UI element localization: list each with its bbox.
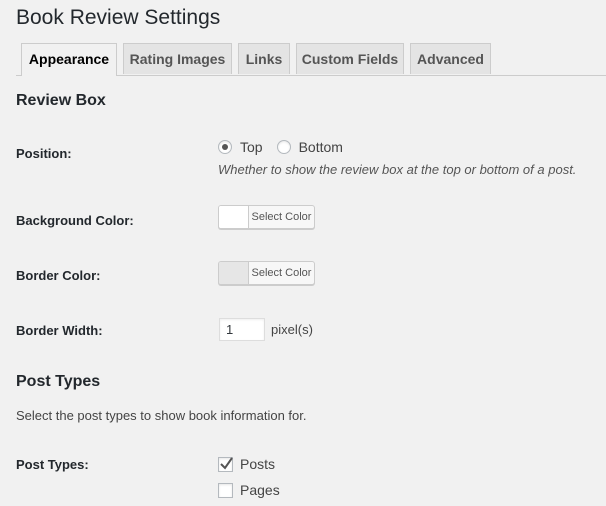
pages-checkbox[interactable] [218, 482, 233, 498]
background-color-label: Background Color: [16, 213, 134, 228]
border-select-color-button[interactable]: Select Color [249, 262, 314, 284]
position-top-label[interactable]: Top [240, 139, 263, 155]
tab-links[interactable]: Links [238, 43, 290, 74]
pages-option: Pages [218, 482, 280, 498]
border-width-unit: pixel(s) [271, 322, 313, 337]
border-color-label: Border Color: [16, 268, 101, 283]
review-box-heading: Review Box [16, 92, 106, 109]
position-radio-group: Top Bottom [218, 138, 357, 156]
position-bottom-radio[interactable] [276, 140, 291, 154]
background-color-picker[interactable]: Select Color [218, 205, 315, 229]
tab-custom-fields[interactable]: Custom Fields [296, 43, 404, 74]
position-top-radio[interactable] [218, 140, 232, 154]
position-label: Position: [16, 146, 72, 161]
background-color-swatch[interactable] [219, 206, 249, 228]
posts-checkbox[interactable] [218, 456, 233, 472]
posts-option: Posts [218, 456, 275, 472]
border-color-picker[interactable]: Select Color [218, 261, 315, 285]
checkmark-icon [220, 456, 233, 470]
background-select-color-button[interactable]: Select Color [249, 206, 314, 228]
tab-advanced[interactable]: Advanced [410, 43, 491, 74]
position-description: Whether to show the review box at the to… [218, 162, 577, 177]
border-width-input[interactable] [219, 318, 265, 341]
post-types-heading: Post Types [16, 373, 101, 390]
post-types-label: Post Types: [16, 457, 89, 472]
tab-appearance[interactable]: Appearance [21, 43, 117, 76]
post-types-intro: Select the post types to show book infor… [16, 408, 307, 423]
posts-checkbox-label[interactable]: Posts [240, 456, 275, 472]
border-width-label: Border Width: [16, 323, 103, 338]
page-title: Book Review Settings [16, 6, 221, 29]
tab-rating-images[interactable]: Rating Images [123, 43, 232, 74]
position-bottom-label[interactable]: Bottom [299, 139, 343, 155]
settings-tabs: Appearance Rating Images Links Custom Fi… [16, 43, 606, 76]
border-color-swatch[interactable] [219, 262, 249, 284]
pages-checkbox-label[interactable]: Pages [240, 482, 280, 498]
